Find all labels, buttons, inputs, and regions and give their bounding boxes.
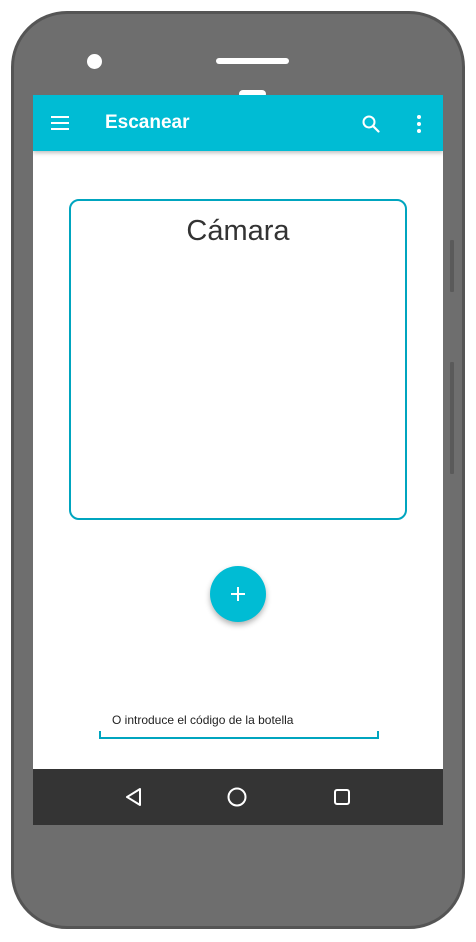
camera-preview[interactable]: Cámara [69,199,407,520]
search-icon[interactable] [359,112,383,136]
plus-icon [231,587,245,601]
power-button [450,362,454,474]
home-icon[interactable] [225,785,249,809]
menu-icon[interactable] [51,116,69,130]
back-icon[interactable] [122,785,146,809]
volume-button [450,240,454,292]
add-button[interactable] [210,566,266,622]
system-nav-bar [33,769,443,825]
recents-icon[interactable] [330,785,354,809]
input-underline [99,731,379,739]
bottle-code-placeholder: O introduce el código de la botella [112,713,294,727]
app-screen: Escanear Cámara O introduce el código de… [33,95,443,825]
bottle-code-input[interactable]: O introduce el código de la botella [99,707,379,739]
app-bar: Escanear [33,95,443,151]
speaker-grille [216,58,289,64]
page-title: Escanear [105,112,190,133]
front-camera [87,54,102,69]
camera-label: Cámara [186,215,290,247]
more-vert-icon[interactable] [407,112,431,136]
